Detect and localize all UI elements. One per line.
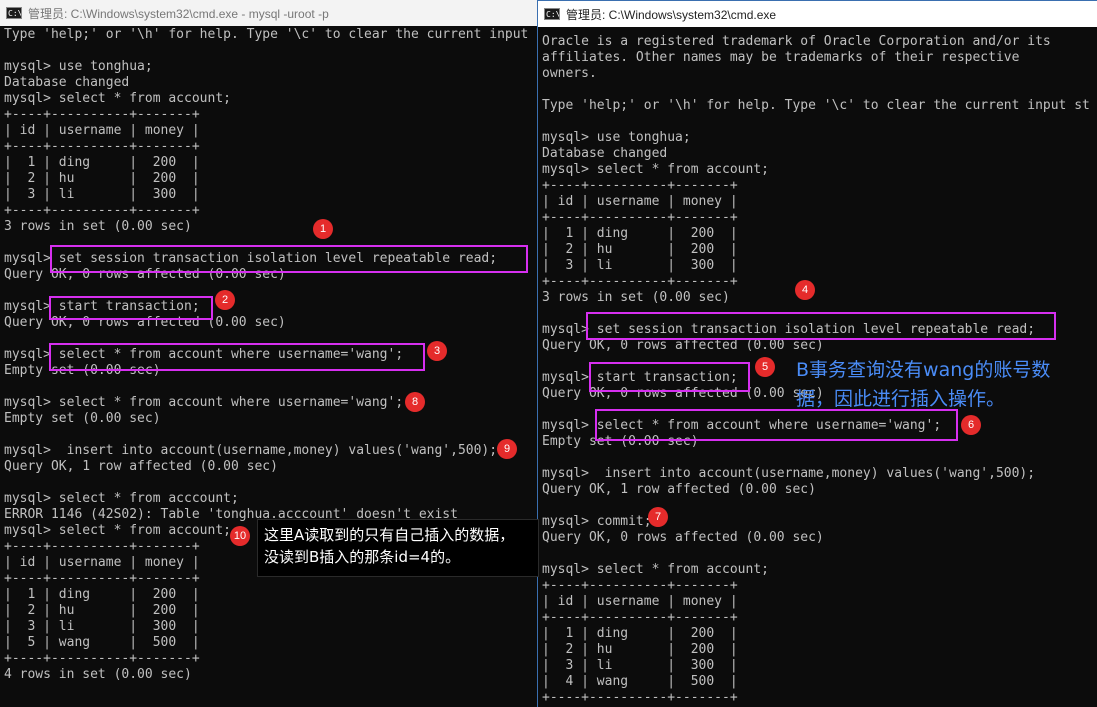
step-badge-6: 6 [961,415,981,435]
title-bar-a[interactable]: C:\ 管理员: C:\Windows\system32\cmd.exe - m… [0,0,537,26]
highlight-box-isolation-a [50,245,528,273]
annotation-note-b: B事务查询没有wang的账号数 据，因此进行插入操作。 [796,359,1051,410]
step-badge-5: 5 [755,357,775,377]
highlight-box-isolation-b [586,312,1056,340]
highlight-box-start-b [589,362,750,392]
title-bar-b[interactable]: C:\ 管理员: C:\Windows\system32\cmd.exe [538,1,1097,27]
step-badge-9: 9 [497,439,517,459]
step-badge-10: 10 [230,526,250,546]
step-badge-7: 7 [648,507,668,527]
cmd-icon: C:\ [6,7,22,19]
step-badge-8: 8 [405,392,425,412]
window-title-a: 管理员: C:\Windows\system32\cmd.exe - mysql… [28,6,329,21]
step-badge-1: 1 [313,219,333,239]
terminal-window-b[interactable]: C:\ 管理员: C:\Windows\system32\cmd.exe Ora… [537,0,1097,707]
highlight-box-select-a [49,343,425,371]
cmd-icon: C:\ [544,8,560,20]
step-badge-4: 4 [795,280,815,300]
step-badge-2: 2 [215,290,235,310]
highlight-box-start-a [49,296,213,320]
annotation-note-a: 这里A读取到的只有自己插入的数据， 没读到B插入的那条id=4的。 [257,519,539,577]
window-title-b: 管理员: C:\Windows\system32\cmd.exe [566,7,777,22]
step-badge-3: 3 [427,341,447,361]
